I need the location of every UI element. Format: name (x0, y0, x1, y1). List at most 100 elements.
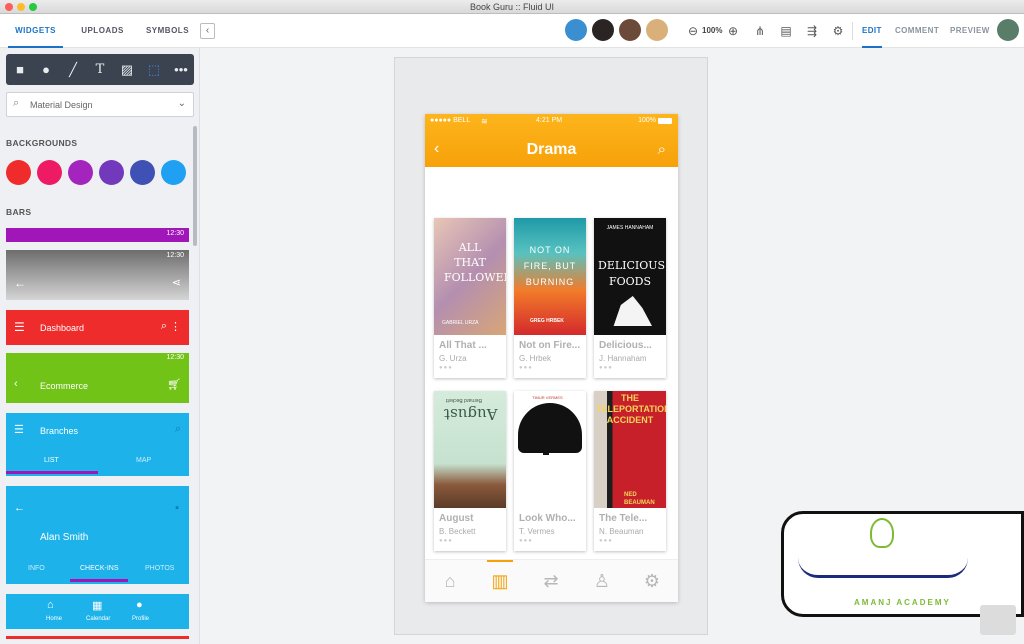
book-card[interactable]: THE TELEPORTATION ACCIDENT NED BEAUMAN T… (594, 391, 666, 551)
line-icon[interactable]: ╱ (61, 59, 85, 80)
search-icon: ⌕ (174, 423, 181, 435)
collaborator-avatar[interactable] (592, 19, 614, 41)
lightbulb-logo (870, 518, 894, 548)
background-swatch[interactable] (6, 160, 31, 185)
collaborator-avatar[interactable] (646, 19, 668, 41)
app-bar: ●●●●● BELL ≋ 4:21 PM 100% ‹ Drama ⌕ (425, 114, 678, 167)
watermark-subtitle: AMANJ ACADEMY (854, 598, 951, 607)
book-title: Not on Fire... (519, 340, 581, 351)
bottom-navigation: ⌂ ▥ ⇄ ♙ ⚙ (425, 559, 678, 602)
tab-symbols[interactable]: SYMBOLS (140, 14, 195, 48)
image-icon[interactable]: ▨ (115, 59, 139, 80)
background-swatch[interactable] (68, 160, 93, 185)
tab-comment[interactable]: COMMENT (895, 14, 939, 48)
profile-icon[interactable]: ♙ (589, 568, 615, 594)
backgrounds-heading: BACKGROUNDS (6, 138, 78, 148)
zoom-in-icon[interactable]: ⊕ (725, 23, 741, 39)
bar-time: 12:30 (166, 230, 184, 237)
book-card[interactable]: August Bernard Beckett August B. Beckett… (434, 391, 506, 551)
tab-uploads[interactable]: UPLOADS (75, 14, 130, 48)
carrier-label: ●●●●● BELL (430, 117, 471, 124)
select-pointer-icon[interactable]: ⬚ (142, 59, 166, 80)
circle-icon[interactable]: ● (34, 59, 58, 80)
cover-author: GREG HRBEK (530, 318, 564, 324)
more-icon[interactable]: ••• (169, 59, 193, 80)
search-icon: ⌕ (13, 97, 20, 109)
more-icon[interactable]: ●●● (439, 538, 453, 544)
dashboard-bar-widget[interactable]: ☰ Dashboard ⌕ ⋮ (6, 310, 189, 345)
book-author: N. Beauman (599, 527, 644, 536)
phone-screen[interactable]: ●●●●● BELL ≋ 4:21 PM 100% ‹ Drama ⌕ ALL … (425, 114, 678, 602)
swap-icon[interactable]: ⇄ (538, 568, 564, 594)
home-icon[interactable]: ⌂ (437, 568, 463, 594)
chevron-left-icon[interactable]: ‹ (200, 23, 215, 39)
bottom-nav-widget[interactable]: ⌂ Home ▦ Calendar ● Profile (6, 594, 189, 629)
arrow-left-icon: ← (14, 502, 25, 514)
book-cover: TIMUR VERMES (514, 391, 586, 508)
collaborator-avatar[interactable] (619, 19, 641, 41)
zoom-out-icon[interactable]: ⊖ (685, 23, 701, 39)
book-author: G. Hrbek (519, 354, 552, 363)
gear-icon[interactable]: ⚙ (830, 23, 846, 39)
library-icon[interactable]: ▥ (487, 568, 513, 594)
export-document-icon[interactable]: ▤ (778, 23, 794, 39)
sidebar-scrollbar[interactable] (193, 126, 197, 246)
menu-icon: ☰ (14, 320, 25, 334)
bar-time: 12:30 (166, 252, 184, 259)
ecommerce-bar-widget[interactable]: 12:30 ‹ Ecommerce 🛒︎ (6, 353, 189, 403)
background-swatch[interactable] (130, 160, 155, 185)
bars-heading: BARS (6, 207, 32, 217)
more-icon[interactable]: ●●● (519, 365, 533, 371)
profile-bar-widget[interactable]: ← ▪ Alan Smith INFO CHECK-INS PHOTOS (6, 486, 189, 584)
more-icon[interactable]: ●●● (439, 365, 453, 371)
sitemap-icon[interactable]: ⋔ (752, 23, 768, 39)
active-indicator (487, 560, 513, 562)
book-card[interactable]: TIMUR VERMES Look Who... T. Vermes ●●● (514, 391, 586, 551)
background-swatch[interactable] (161, 160, 186, 185)
collaborator-avatar[interactable] (565, 19, 587, 41)
top-toolbar: WIDGETS UPLOADS SYMBOLS ‹ ⊖ 100% ⊕ ⋔ ▤ ⇶… (0, 14, 1024, 48)
cover-title: August (444, 405, 498, 423)
tab-preview[interactable]: PREVIEW (950, 14, 990, 48)
drawing-tools: ■ ● ╱ T ▨ ⬚ ••• (6, 54, 194, 85)
background-swatch[interactable] (37, 160, 62, 185)
widget-library-select[interactable]: ⌕ Material Design ⌄ (6, 92, 194, 117)
close-window-button[interactable] (5, 3, 13, 11)
more-icon[interactable]: ●●● (519, 538, 533, 544)
maximize-window-button[interactable] (29, 3, 37, 11)
status-bar: ●●●●● BELL ≋ 4:21 PM 100% (425, 117, 678, 129)
book-cover: THE TELEPORTATION ACCIDENT NED BEAUMAN (594, 391, 666, 508)
book-card[interactable]: JAMES HANNAHAM DELICIOUS FOODS Delicious… (594, 218, 666, 378)
tab-map: MAP (136, 457, 152, 464)
more-vertical-icon: ⋮ (170, 321, 181, 333)
more-icon[interactable]: ●●● (599, 538, 613, 544)
nav-home-label: Home (46, 616, 63, 622)
book-card[interactable]: ALL THAT FOLLOWED GABRIEL URZA All That … (434, 218, 506, 378)
status-time: 4:21 PM (536, 117, 563, 124)
status-bar-widget[interactable]: 12:30 (6, 228, 189, 242)
search-icon[interactable]: ⌕ (658, 141, 666, 158)
transparent-bar-widget[interactable]: 12:30 ← ⋖ (6, 250, 189, 300)
share-icon[interactable]: ⇶ (804, 23, 820, 39)
cover-title: THE TELEPORTATION ACCIDENT (596, 393, 666, 425)
text-icon[interactable]: T (88, 59, 112, 80)
tab-photos: PHOTOS (145, 565, 175, 572)
tab-indicator (6, 471, 98, 474)
more-icon[interactable]: ●●● (599, 365, 613, 371)
bar-widget[interactable] (6, 636, 189, 639)
divider (852, 22, 853, 40)
tab-widgets[interactable]: WIDGETS (8, 14, 63, 48)
branches-bar-widget[interactable]: ☰ Branches ⌕ LIST MAP (6, 413, 189, 476)
window-title: Book Guru :: Fluid UI (469, 2, 555, 12)
settings-icon[interactable]: ⚙ (639, 568, 665, 594)
rectangle-icon[interactable]: ■ (8, 59, 32, 80)
corner-button[interactable] (980, 605, 1016, 635)
minimize-window-button[interactable] (17, 3, 25, 11)
book-card[interactable]: NOT ON FIRE, BUT BURNING GREG HRBEK Not … (514, 218, 586, 378)
chevron-left-icon: ‹ (14, 378, 18, 390)
background-swatch[interactable] (99, 160, 124, 185)
nav-profile-label: Profile (132, 616, 150, 622)
user-avatar[interactable] (997, 19, 1019, 41)
chat-icon: ▪ (175, 502, 179, 514)
tab-edit[interactable]: EDIT (862, 14, 882, 48)
